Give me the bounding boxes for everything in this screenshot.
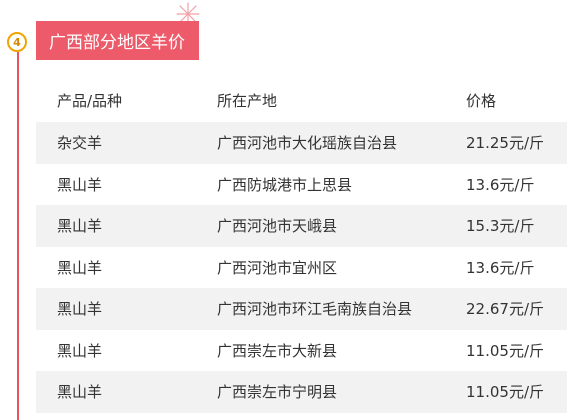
- price-table: 产品/品种 所在产地 价格 杂交羊 广西河池市大化瑶族自治县 21.25元/斤 …: [36, 78, 567, 413]
- origin-cell: 广西河池市大化瑶族自治县: [217, 134, 398, 153]
- origin-cell: 广西崇左市大新县: [217, 341, 338, 360]
- step-number-badge: 4: [7, 32, 27, 52]
- table-row: 黑山羊 广西河池市环江毛南族自治县 22.67元/斤: [36, 288, 567, 330]
- table-row: 黑山羊 广西防城港市上思县 13.6元/斤: [36, 164, 567, 206]
- origin-cell: 广西河池市宜州区: [217, 258, 338, 277]
- timeline-line: [17, 52, 19, 420]
- price-cell: 13.6元/斤: [466, 175, 535, 194]
- table-header-row: 产品/品种 所在产地 价格: [36, 78, 567, 122]
- price-cell: 15.3元/斤: [466, 217, 535, 236]
- product-cell: 黑山羊: [57, 258, 103, 277]
- product-cell: 黑山羊: [57, 341, 103, 360]
- price-cell: 13.6元/斤: [466, 258, 535, 277]
- column-header-origin: 所在产地: [217, 91, 278, 110]
- price-cell: 11.05元/斤: [466, 383, 544, 402]
- column-header-product: 产品/品种: [57, 91, 123, 110]
- section-title: 广西部分地区羊价: [36, 21, 199, 60]
- origin-cell: 广西河池市天峨县: [217, 217, 338, 236]
- column-header-price: 价格: [466, 91, 497, 110]
- price-cell: 21.25元/斤: [466, 134, 544, 153]
- origin-cell: 广西崇左市宁明县: [217, 383, 338, 402]
- table-row: 黑山羊 广西崇左市大新县 11.05元/斤: [36, 330, 567, 372]
- product-cell: 黑山羊: [57, 217, 103, 236]
- price-cell: 22.67元/斤: [466, 300, 544, 319]
- table-row: 黑山羊 广西崇左市宁明县 11.05元/斤: [36, 371, 567, 413]
- product-cell: 杂交羊: [57, 134, 103, 153]
- price-cell: 11.05元/斤: [466, 341, 544, 360]
- product-cell: 黑山羊: [57, 383, 103, 402]
- product-cell: 黑山羊: [57, 300, 103, 319]
- table-row: 杂交羊 广西河池市大化瑶族自治县 21.25元/斤: [36, 122, 567, 164]
- origin-cell: 广西河池市环江毛南族自治县: [217, 300, 413, 319]
- origin-cell: 广西防城港市上思县: [217, 175, 353, 194]
- product-cell: 黑山羊: [57, 175, 103, 194]
- table-row: 黑山羊 广西河池市天峨县 15.3元/斤: [36, 205, 567, 247]
- table-row: 黑山羊 广西河池市宜州区 13.6元/斤: [36, 247, 567, 289]
